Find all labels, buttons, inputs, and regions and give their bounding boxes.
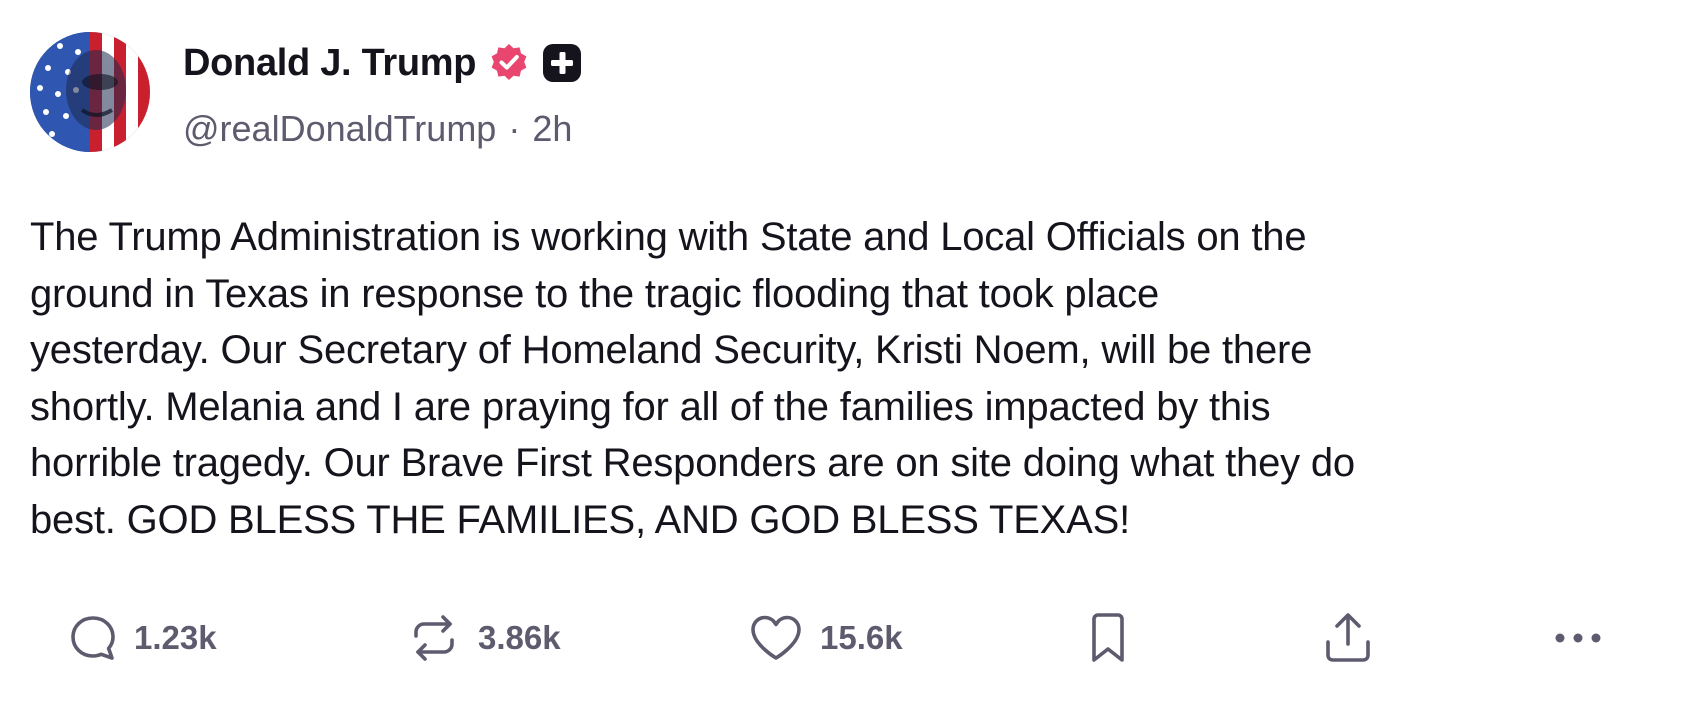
repost-button[interactable]: 3.86k: [406, 606, 561, 670]
share-upload-icon: [1326, 613, 1370, 662]
avatar-flag-portrait-icon: [30, 32, 150, 152]
meta-separator: ·: [508, 108, 521, 149]
reply-bubble-icon: [71, 616, 115, 660]
post-body: The Trump Administration is working with…: [30, 209, 1660, 549]
more-options-button[interactable]: [1552, 606, 1604, 670]
more-dots-icon: [1555, 633, 1601, 643]
post-body-line: ground in Texas in response to the tragi…: [30, 271, 1160, 316]
heart-icon: [751, 615, 801, 660]
repost-arrows-icon: [414, 615, 454, 661]
post-timestamp[interactable]: 2h: [532, 108, 572, 150]
like-button[interactable]: 15.6k: [748, 606, 903, 670]
post-card: Donald J. Trump @realDonaldTrump · 2h Th…: [0, 0, 1684, 720]
like-count: 15.6k: [820, 619, 903, 656]
post-body-line: best. GOD BLESS THE FAMILIES, AND GOD BL…: [30, 497, 1131, 542]
share-button[interactable]: [1322, 606, 1374, 670]
bookmark-icon: [1092, 613, 1124, 662]
post-body-line: horrible tragedy. Our Brave First Respon…: [30, 441, 1355, 486]
post-body-line: The Trump Administration is working with…: [30, 215, 1307, 259]
avatar[interactable]: [30, 32, 150, 152]
reply-count: 1.23k: [134, 619, 217, 656]
post-body-line: yesterday. Our Secretary of Homeland Sec…: [30, 328, 1313, 373]
repost-count: 3.86k: [478, 619, 561, 656]
bookmark-button[interactable]: [1088, 606, 1128, 670]
author-display-name[interactable]: Donald J. Trump: [183, 42, 477, 85]
author-name-row: Donald J. Trump: [183, 38, 582, 88]
post-action-bar: 1.23k 3.86k 15.6k: [0, 606, 1684, 670]
author-handle-row: @realDonaldTrump · 2h: [183, 108, 572, 150]
author-handle[interactable]: @realDonaldTrump: [183, 108, 496, 150]
verified-badge-icon: [488, 42, 530, 84]
plus-square-icon: [542, 43, 582, 83]
reply-button[interactable]: 1.23k: [68, 606, 217, 670]
post-body-line: shortly. Melania and I are praying for a…: [30, 384, 1271, 429]
